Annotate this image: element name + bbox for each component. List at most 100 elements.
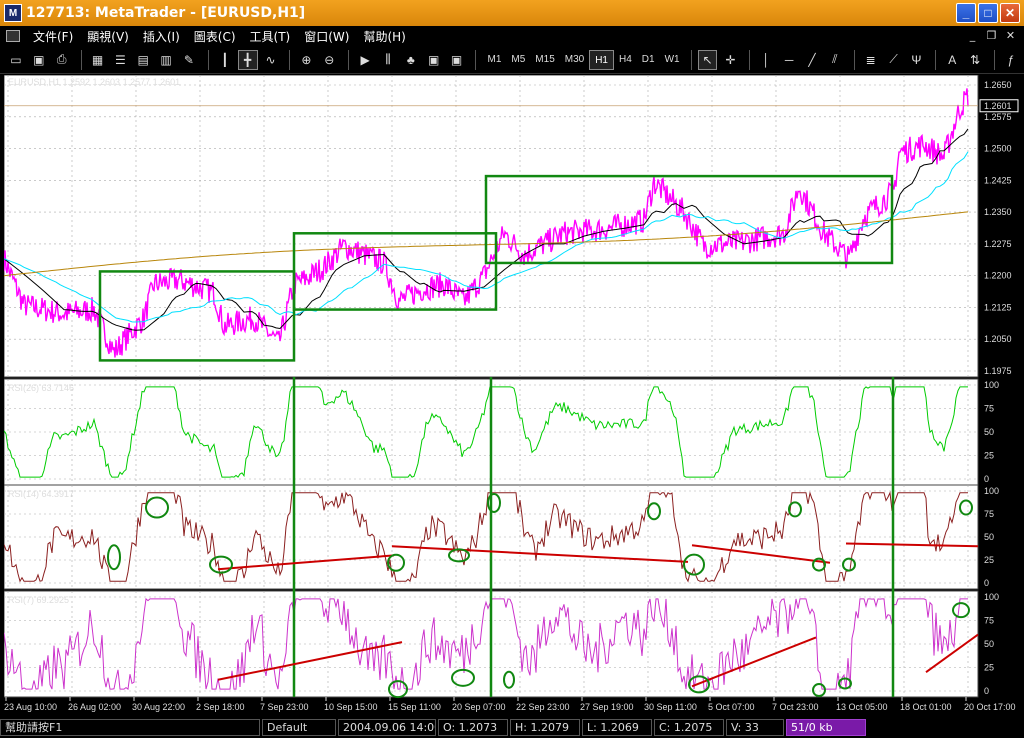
menu-charts[interactable]: 圖表(C) (187, 28, 243, 45)
time-axis-label: 10 Sep 15:00 (324, 702, 378, 712)
rsi-axis-label: 50 (984, 532, 994, 542)
toolbar: ▭ ▣ ⎙ ▦ ☰ ▤ ▥ ✎ ┃ ╋ ∿ ⊕ ⊖ ▶ ⫼ ♣ ▣ ▣ M1 M… (0, 46, 1024, 74)
rsi-axis-label: 100 (984, 380, 999, 390)
current-price-label: 1.2601 (984, 101, 1012, 111)
templates-icon[interactable]: ▣ (447, 50, 467, 70)
rsi26-label: RSI(26) 63.7146 (8, 383, 74, 393)
chart-info-label: EURUSD,H1 1.2592 1.2603 1.2577 1.2601 (8, 77, 180, 87)
menu-insert[interactable]: 插入(I) (136, 28, 187, 45)
fibonacci-icon[interactable]: ≣ (861, 50, 881, 70)
status-close: C: 1.2075 (654, 719, 724, 736)
mdi-close-button[interactable]: ✕ (1003, 29, 1018, 43)
status-volume: V: 33 (726, 719, 784, 736)
menu-bar: 文件(F) 顯視(V) 插入(I) 圖表(C) 工具(T) 窗口(W) 幫助(H… (0, 26, 1024, 46)
channel-icon[interactable]: ⫽ (825, 50, 845, 70)
candlestick-icon[interactable]: ╋ (237, 49, 258, 70)
timeframe-h4[interactable]: H4 (614, 50, 637, 70)
new-chart-icon[interactable]: ▭ (6, 50, 26, 70)
status-datetime: 2004.09.06 14:00 (338, 719, 436, 736)
price-axis-label: 1.2500 (984, 144, 1012, 154)
chart-shift-icon[interactable]: ⫼ (378, 50, 398, 70)
data-window-icon[interactable]: ☰ (110, 50, 130, 70)
timeframe-m30[interactable]: M30 (560, 50, 589, 70)
rsi-axis-label: 100 (984, 592, 999, 602)
time-axis-label: 22 Sep 23:00 (516, 702, 570, 712)
crosshair-icon[interactable]: ✛ (720, 50, 740, 70)
status-high: H: 1.2079 (510, 719, 580, 736)
cursor-icon[interactable]: ↖ (697, 49, 718, 70)
menu-tools[interactable]: 工具(T) (243, 28, 298, 45)
timeframe-w1[interactable]: W1 (660, 50, 685, 70)
gann-icon[interactable]: ⟋ (884, 50, 904, 70)
periods-icon[interactable]: ▣ (424, 50, 444, 70)
navigator-icon[interactable]: ▤ (133, 50, 153, 70)
price-axis-label: 1.2425 (984, 175, 1012, 185)
print-icon[interactable]: ⎙ (52, 50, 72, 70)
auto-scroll-icon[interactable]: ▶ (355, 50, 375, 70)
timeframe-m1[interactable]: M1 (482, 50, 506, 70)
chart-window-icon[interactable] (6, 30, 20, 42)
bar-chart-icon[interactable]: ┃ (215, 50, 235, 70)
terminal-icon[interactable]: ▥ (156, 50, 176, 70)
close-button[interactable]: ✕ (1000, 3, 1020, 23)
trendline-icon[interactable]: ╱ (802, 50, 822, 70)
time-axis-label: 20 Oct 17:00 (964, 702, 1016, 712)
maximize-button[interactable]: □ (978, 3, 998, 23)
fx-icon[interactable]: ƒ (1001, 50, 1021, 70)
status-open: O: 1.2073 (438, 719, 508, 736)
mdi-minimize-button[interactable]: _ (965, 29, 980, 43)
app-icon[interactable]: M (4, 4, 22, 22)
zoom-in-icon[interactable]: ⊕ (296, 50, 316, 70)
title-bar: M 127713: MetaTrader - [EURUSD,H1] _ □ ✕ (0, 0, 1024, 26)
status-bar: 幫助請按F1 Default 2004.09.06 14:00 O: 1.207… (0, 717, 1024, 738)
price-axis-label: 1.1975 (984, 366, 1012, 376)
rsi-axis-label: 0 (984, 578, 989, 588)
line-chart-icon[interactable]: ∿ (261, 50, 281, 70)
time-axis-label: 18 Oct 01:00 (900, 702, 952, 712)
time-axis-label: 23 Aug 10:00 (4, 702, 57, 712)
menu-file[interactable]: 文件(F) (26, 28, 80, 45)
text-icon[interactable]: A (942, 50, 962, 70)
rsi-axis-label: 75 (984, 616, 994, 626)
rsi-axis-label: 25 (984, 451, 994, 461)
rsi-axis-label: 0 (984, 686, 989, 696)
rsi-axis-label: 100 (984, 486, 999, 496)
rsi-axis-label: 0 (984, 474, 989, 484)
rsi-axis-label: 25 (984, 555, 994, 565)
time-axis-label: 30 Aug 22:00 (132, 702, 185, 712)
chart-canvas[interactable]: 1.2650 1.2575 1.2500 1.2425 1.2350 1.2275 1.22… (4, 75, 1020, 717)
status-low: L: 1.2069 (582, 719, 652, 736)
window-title: 127713: MetaTrader - [EURUSD,H1] (26, 5, 306, 21)
timeframe-m5[interactable]: M5 (506, 50, 530, 70)
price-axis-label: 1.2275 (984, 239, 1012, 249)
market-watch-icon[interactable]: ▦ (88, 50, 108, 70)
time-axis-label: 26 Aug 02:00 (68, 702, 121, 712)
status-traffic[interactable]: 51/0 kb (786, 719, 866, 736)
rsi-axis-label: 50 (984, 427, 994, 437)
time-axis-label: 2 Sep 18:00 (196, 702, 245, 712)
menu-window[interactable]: 窗口(W) (297, 28, 356, 45)
zoom-out-icon[interactable]: ⊖ (319, 50, 339, 70)
save-icon[interactable]: ▣ (29, 50, 49, 70)
chart-window[interactable]: 1.2650 1.2575 1.2500 1.2425 1.2350 1.2275 1.22… (4, 75, 1020, 717)
timeframe-m15[interactable]: M15 (530, 50, 559, 70)
status-profile[interactable]: Default (262, 719, 336, 736)
menu-help[interactable]: 幫助(H) (356, 28, 412, 45)
arrows-icon[interactable]: ⇅ (965, 50, 985, 70)
rsi-axis-label: 25 (984, 663, 994, 673)
mdi-restore-button[interactable]: ❐ (984, 29, 999, 43)
time-axis-label: 30 Sep 11:00 (644, 702, 697, 712)
timeframe-d1[interactable]: D1 (637, 50, 660, 70)
timeframe-h1[interactable]: H1 (589, 49, 614, 70)
menu-view[interactable]: 顯視(V) (80, 28, 136, 45)
indicators-icon[interactable]: ♣ (401, 50, 421, 70)
vertical-line-icon[interactable]: │ (756, 50, 776, 70)
expert-advisors-icon[interactable]: ✎ (179, 50, 199, 70)
minimize-button[interactable]: _ (956, 3, 976, 23)
time-axis-label: 27 Sep 19:00 (580, 702, 634, 712)
horizontal-line-icon[interactable]: ─ (779, 50, 799, 70)
price-axis-label: 1.2200 (984, 271, 1012, 281)
price-axis-label: 1.2350 (984, 207, 1012, 217)
andrews-pitchfork-icon[interactable]: Ψ (906, 50, 926, 70)
price-axis-label: 1.2650 (984, 80, 1012, 90)
